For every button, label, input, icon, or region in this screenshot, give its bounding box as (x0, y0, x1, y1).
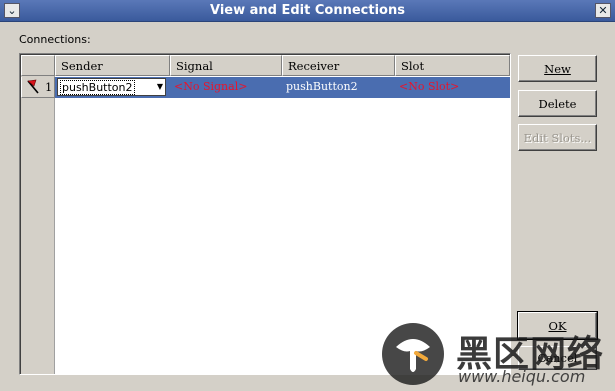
dropdown-arrow-icon[interactable]: ▼ (157, 82, 163, 91)
column-header-sender[interactable]: Sender (55, 55, 170, 76)
signal-cell[interactable]: <No Signal> (170, 77, 282, 98)
row-header-column (21, 55, 55, 374)
row-number: 1 (45, 80, 53, 94)
table-row[interactable]: pushButton2 ▼ <No Signal> pushButton2 <N… (55, 77, 510, 98)
column-header-signal[interactable]: Signal (170, 55, 282, 76)
row-header-1[interactable]: 1 (21, 77, 55, 98)
watermark-url: www.heiqu.com (458, 367, 586, 386)
sender-cell[interactable]: pushButton2 ▼ (55, 77, 170, 98)
new-button[interactable]: New (518, 55, 597, 82)
receiver-cell[interactable]: pushButton2 (282, 77, 395, 98)
edit-slots-button[interactable]: Edit Slots... (518, 124, 597, 151)
table-header: Sender Signal Receiver Slot (55, 55, 510, 76)
connection-flag-icon (25, 79, 41, 98)
column-header-slot[interactable]: Slot (395, 55, 510, 76)
connections-label: Connections: (19, 33, 91, 46)
slot-cell[interactable]: <No Slot> (395, 77, 510, 98)
title-bar: ⌄ View and Edit Connections ✕ (0, 0, 615, 22)
new-button-label: New (544, 62, 571, 76)
column-header-receiver[interactable]: Receiver (282, 55, 395, 76)
watermark: 黑区网络 www.heiqu.com (378, 321, 615, 391)
watermark-logo-icon (382, 323, 444, 385)
sender-combobox[interactable]: pushButton2 ▼ (57, 78, 166, 96)
delete-button[interactable]: Delete (518, 90, 597, 117)
table-corner (21, 55, 55, 76)
sender-value: pushButton2 (60, 80, 135, 95)
window-title: View and Edit Connections (210, 3, 405, 18)
close-button[interactable]: ✕ (595, 3, 611, 18)
